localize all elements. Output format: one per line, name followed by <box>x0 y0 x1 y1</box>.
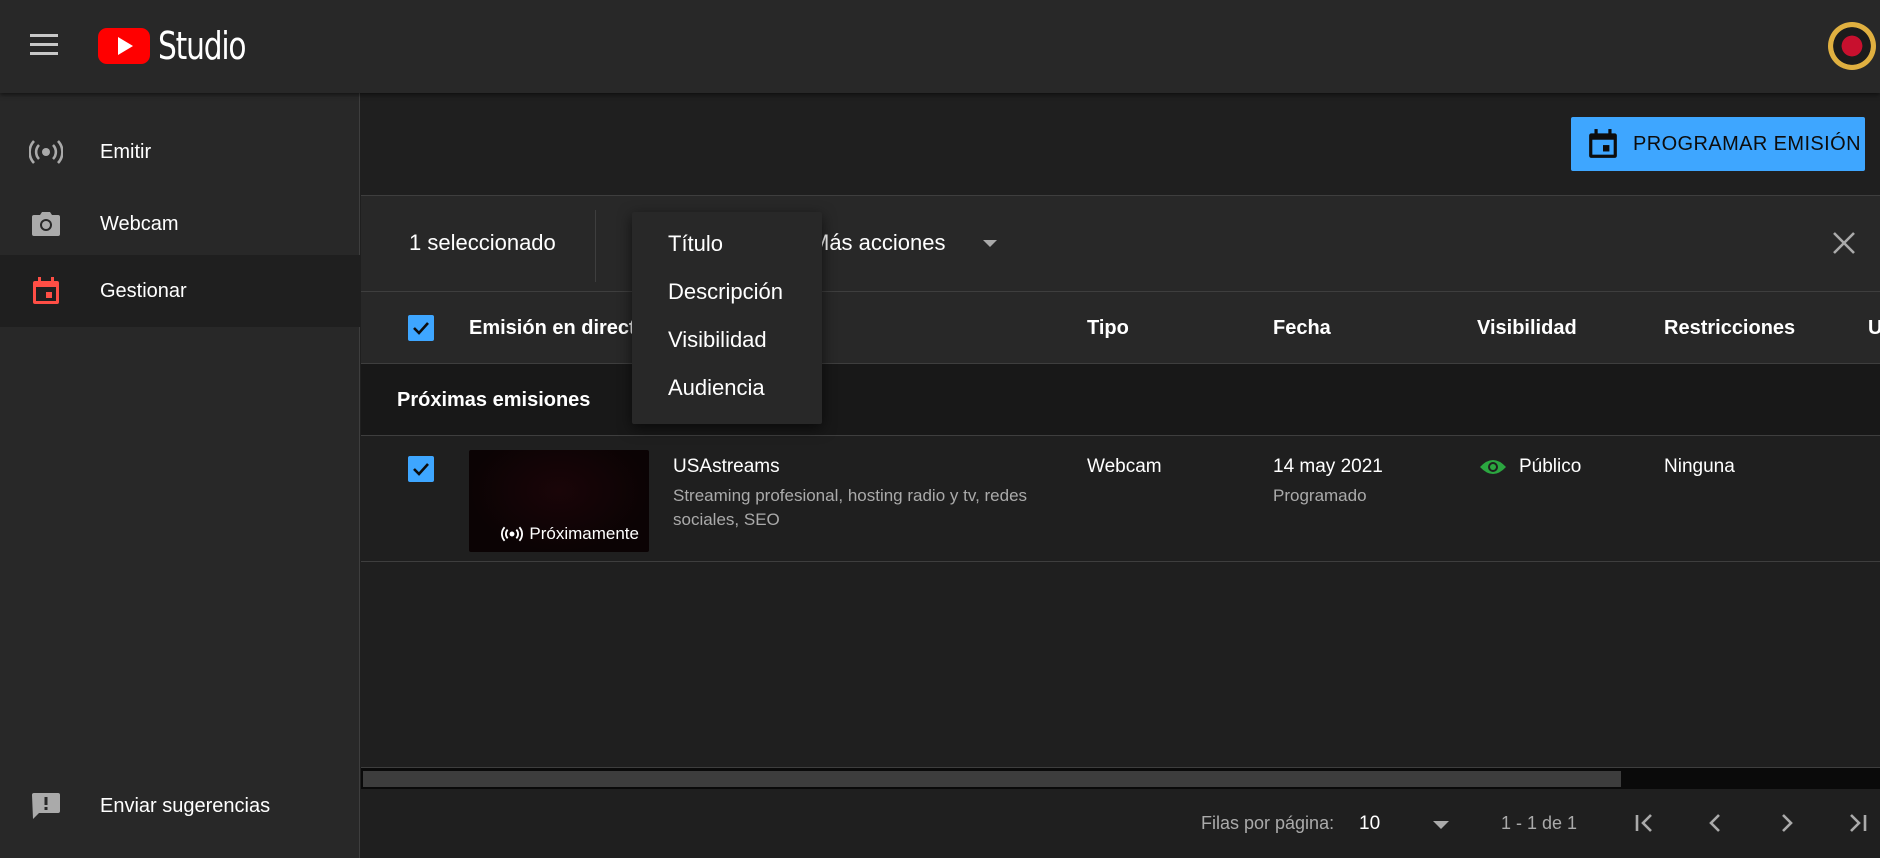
next-page-icon[interactable] <box>1771 807 1803 839</box>
chevron-down-icon[interactable] <box>983 240 997 247</box>
broadcast-icon <box>501 526 524 542</box>
horizontal-scrollbar[interactable] <box>361 767 1880 789</box>
menu-icon[interactable] <box>26 30 66 60</box>
divider <box>595 210 596 282</box>
menu-item-visibility[interactable]: Visibilidad <box>632 316 822 364</box>
more-actions-button[interactable]: Más acciones <box>811 230 946 256</box>
column-header-stream[interactable]: Emisión en direct <box>469 317 636 340</box>
restrictions-cell: Ninguna <box>1664 456 1735 477</box>
sidebar-item-label: Enviar sugerencias <box>100 794 271 817</box>
type-cell: Webcam <box>1087 456 1162 477</box>
schedule-stream-button[interactable]: PROGRAMAR EMISIÓN <box>1571 117 1865 171</box>
scrollbar-thumb[interactable] <box>363 771 1621 787</box>
calendar-icon <box>1589 129 1617 158</box>
sidebar-item-label: Emitir <box>100 140 152 163</box>
column-header-restrictions[interactable]: Restricciones <box>1664 317 1795 340</box>
sidebar-item-label: Gestionar <box>100 279 187 302</box>
row-checkbox[interactable] <box>408 456 434 482</box>
sidebar: Emitir Webcam Gestionar <box>0 93 360 858</box>
table-header: Emisión en direct Tipo Fecha Visibilidad… <box>361 292 1880 364</box>
rows-per-page-select[interactable]: 10 <box>1359 811 1489 837</box>
menu-item-audience[interactable]: Audiencia <box>632 364 822 412</box>
rows-per-page-label: Filas por página: <box>1201 813 1335 833</box>
close-icon[interactable] <box>1827 226 1861 260</box>
upcoming-badge: Próximamente <box>501 524 639 544</box>
main-content: PROGRAMAR EMISIÓN 1 seleccionado Más acc… <box>361 93 1880 858</box>
sidebar-item-gestionar[interactable]: Gestionar <box>0 255 360 327</box>
avatar[interactable] <box>1828 22 1876 70</box>
video-thumbnail[interactable]: Próximamente <box>469 450 649 552</box>
section-title: Próximas emisiones <box>397 389 591 411</box>
main-toolbar: PROGRAMAR EMISIÓN <box>361 93 1880 196</box>
video-description: Streaming profesional, hosting radio y t… <box>673 486 1028 529</box>
column-header-visibility[interactable]: Visibilidad <box>1477 317 1577 340</box>
menu-item-description[interactable]: Descripción <box>632 268 822 316</box>
top-header: Studio <box>0 0 1880 93</box>
date-cell: 14 may 2021 <box>1273 456 1383 477</box>
column-header-type[interactable]: Tipo <box>1087 317 1129 340</box>
feedback-icon <box>28 788 64 824</box>
date-status: Programado <box>1273 486 1367 505</box>
badge-label: Próximamente <box>529 524 639 543</box>
send-feedback-button[interactable]: Enviar sugerencias <box>0 770 360 842</box>
menu-item-title[interactable]: Título <box>632 220 822 268</box>
schedule-button-label: PROGRAMAR EMISIÓN <box>1633 132 1861 155</box>
sidebar-item-emitir[interactable]: Emitir <box>0 116 360 188</box>
last-page-icon[interactable] <box>1841 807 1873 839</box>
pagination: Filas por página: 10 1 - 1 de 1 <box>361 789 1880 858</box>
calendar-icon <box>28 273 64 309</box>
page-range: 1 - 1 de 1 <box>1501 813 1578 833</box>
eye-icon <box>1480 460 1506 474</box>
checkmark-icon <box>413 322 429 335</box>
video-title[interactable]: USAstreams <box>673 456 780 478</box>
table-row[interactable]: Próximamente USAstreams Streaming profes… <box>361 436 1880 562</box>
checkmark-icon <box>413 463 429 476</box>
select-all-checkbox[interactable] <box>408 315 434 341</box>
first-page-icon[interactable] <box>1629 807 1661 839</box>
edit-dropdown-menu: Título Descripción Visibilidad Audiencia <box>632 212 822 424</box>
selected-count: 1 seleccionado <box>409 230 556 255</box>
sidebar-item-webcam[interactable]: Webcam <box>0 188 360 260</box>
youtube-logo-icon <box>98 28 150 64</box>
selection-action-bar: 1 seleccionado Más acciones <box>361 196 1880 292</box>
rows-per-page-value: 10 <box>1359 813 1381 834</box>
logo-text: Studio <box>158 24 247 68</box>
visibility-cell[interactable]: Público <box>1519 456 1581 478</box>
broadcast-icon <box>28 134 64 170</box>
column-header-truncated[interactable]: U <box>1868 317 1880 340</box>
column-header-date[interactable]: Fecha <box>1273 317 1331 340</box>
previous-page-icon[interactable] <box>1699 807 1731 839</box>
sidebar-item-label: Webcam <box>100 212 179 235</box>
chevron-down-icon <box>1433 821 1449 829</box>
camera-icon <box>28 206 64 242</box>
section-row: Próximas emisiones <box>361 364 1880 436</box>
studio-logo[interactable]: Studio <box>98 24 270 68</box>
